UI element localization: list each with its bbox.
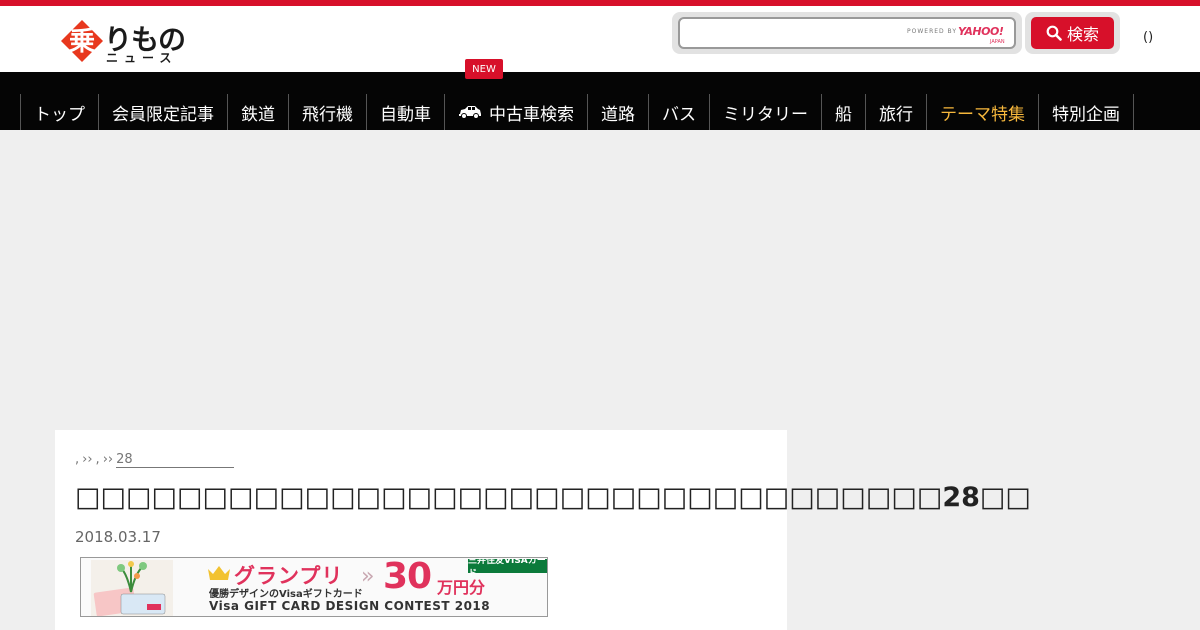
nav-list: トップ 会員限定記事 鉄道 飛行機 自動車 中古車検索 道路 バス ミリタリー … [20,94,1134,130]
breadcrumb-current[interactable]: 28 [116,452,235,468]
nav-item-label: 会員限定記事 [112,104,214,125]
nav-item-ship[interactable]: 船 [821,94,865,130]
article-card: , ›› , ›› 28 □□□□□□□□□□□□□□□□□□□□□□□□□□□… [55,430,1031,630]
breadcrumb-chevron: ›› [102,452,114,467]
gift-card-illustration-icon [91,560,173,616]
search-icon [1046,25,1062,41]
nav-item-travel[interactable]: 旅行 [865,94,926,130]
breadcrumb-chevron: ›› [82,452,93,467]
search-button[interactable]: 検索 [1031,17,1114,49]
breadcrumb-separator: , [95,452,100,467]
login-link[interactable]: () [1143,30,1153,45]
nav-item-label: 鉄道 [241,104,275,125]
ad-placeholder [0,130,1200,430]
search-powered-by: POWERED BY [907,28,958,35]
nav-item-military[interactable]: ミリタリー [709,94,821,130]
banner-arrow-icon: » [361,564,375,589]
nav-item-label: ミリタリー [723,104,808,125]
banner-subtitle: 優勝デザインのVisaギフトカード [209,589,363,600]
site-logo[interactable]: 乗 りもの ニュース [60,16,190,66]
yahoo-logo-sub: JAPAN [990,39,1005,45]
nav-item-label: トップ [34,104,85,125]
article-title: □□□□□□□□□□□□□□□□□□□□□□□□□□□□□□□□□□28□□ [75,482,1031,513]
nav-item-label: 道路 [601,104,635,125]
nav-item-theme-feature[interactable]: テーマ特集 [926,94,1038,130]
breadcrumb: , ›› , ›› 28 [75,452,235,468]
nav-item-label: テーマ特集 [940,104,1025,125]
banner-contest-name: Visa GIFT CARD DESIGN CONTEST 2018 [209,599,491,613]
nav-item-members[interactable]: 会員限定記事 [98,94,227,130]
nav-item-label: 自動車 [380,104,431,125]
nav-item-airplane[interactable]: 飛行機 [288,94,366,130]
breadcrumb-separator: , [75,452,80,467]
nav-item-bus[interactable]: バス [648,94,709,130]
article-date: 2018.03.17 [75,528,161,546]
svg-text:乗: 乗 [69,27,95,57]
nav-item-label: バス [662,104,696,125]
nav-item-label: 飛行機 [302,104,353,125]
yahoo-logo: YAHOO! [958,25,1004,38]
nav-item-label: 旅行 [879,104,913,125]
nav-item-railway[interactable]: 鉄道 [227,94,288,130]
nav-item-automobile[interactable]: 自動車 [366,94,444,130]
contest-banner-ad[interactable]: グランプリ » 30 万円分 三井住友VISAカード 優勝デザインのVisaギフ… [80,557,548,617]
nav-item-top[interactable]: トップ [20,94,98,130]
nav-item-label: 中古車検索 [489,104,574,125]
banner-amount: 30 [383,557,432,597]
crown-icon [208,566,230,580]
banner-sponsor: 三井住友VISAカード [468,558,547,579]
logo-badge-icon: 乗 [61,20,103,62]
search-button-frame: 検索 [1025,12,1120,54]
nav-item-road[interactable]: 道路 [587,94,648,130]
new-badge: NEW [465,59,503,79]
main-nav: トップ 会員限定記事 鉄道 飛行機 自動車 中古車検索 道路 バス ミリタリー … [0,72,1200,130]
nav-item-used-car-search[interactable]: 中古車検索 [444,94,587,130]
car-icon [459,106,481,119]
logo-sub-text: ニュース [106,51,178,65]
nav-item-label: 船 [835,104,852,125]
nav-item-label: 特別企画 [1052,104,1120,125]
search-button-label: 検索 [1066,25,1099,44]
nav-item-special-project[interactable]: 特別企画 [1038,94,1134,130]
